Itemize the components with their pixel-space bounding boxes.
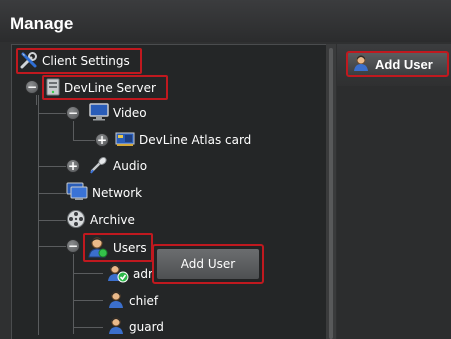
user-add-icon: [352, 54, 370, 75]
capture-card-icon: [115, 130, 135, 151]
tree-item-archive[interactable]: Archive: [66, 209, 135, 231]
tree-item-label: guard: [129, 320, 164, 334]
collapse-toggle-icon[interactable]: −: [66, 106, 80, 120]
collapse-toggle-icon[interactable]: −: [66, 239, 80, 253]
context-menu: Add User: [152, 244, 264, 284]
tree-item-label: Users: [113, 241, 147, 255]
network-icon: [66, 182, 88, 205]
add-user-label: Add User: [375, 56, 433, 72]
tree-item-video[interactable]: Video: [89, 102, 147, 124]
tree-item-label: Archive: [90, 213, 135, 227]
tree-connector: [73, 121, 74, 141]
tree-item-user-chief[interactable]: chief: [107, 290, 158, 312]
tree-connector: [38, 220, 66, 221]
tree-connector: [36, 95, 37, 105]
users-icon: [87, 236, 109, 261]
tools-icon: [20, 51, 38, 72]
tree-connector: [73, 140, 95, 141]
tree-item-label: chief: [129, 294, 159, 308]
add-user-button[interactable]: Add User: [346, 51, 449, 77]
film-reel-icon: [66, 209, 86, 232]
user-icon: [107, 290, 125, 313]
manage-window: Manage Client Settings − DevLine Server …: [0, 0, 451, 339]
tree-item-user-guard[interactable]: guard: [107, 316, 164, 338]
tree-item-label: adr: [133, 267, 153, 281]
context-menu-add-user[interactable]: Add User: [157, 249, 259, 279]
tree-connector: [38, 166, 66, 167]
tree-item-users[interactable]: Users: [87, 236, 147, 260]
tree-item-capture-card[interactable]: DevLine Atlas card: [115, 129, 251, 151]
tree-connector: [73, 273, 103, 274]
panel-splitter[interactable]: [326, 44, 336, 339]
server-icon: [46, 78, 60, 99]
tree-connector: [73, 327, 103, 328]
collapse-toggle-icon[interactable]: −: [25, 80, 39, 94]
user-online-icon: [107, 263, 129, 286]
tree-item-user-admin[interactable]: adr: [107, 263, 153, 285]
microphone-icon: [89, 156, 109, 177]
expand-toggle-icon[interactable]: +: [95, 133, 109, 147]
tree-connector: [38, 193, 66, 194]
tree-item-label: Network: [92, 186, 143, 200]
tree-item-client-settings[interactable]: Client Settings: [20, 50, 130, 72]
tree-item-network[interactable]: Network: [66, 182, 142, 204]
monitor-icon: [89, 102, 109, 124]
details-panel: [337, 44, 451, 339]
tree-connector: [38, 113, 66, 114]
tree-item-label: Client Settings: [42, 54, 130, 68]
tree-item-label: DevLine Atlas card: [139, 133, 252, 147]
tree-item-label: Audio: [113, 159, 148, 173]
tree-connector: [73, 254, 74, 334]
tree-connector: [38, 95, 39, 335]
tree-item-label: Video: [113, 106, 147, 120]
expand-toggle-icon[interactable]: +: [66, 159, 80, 173]
tree-connector: [38, 246, 66, 247]
tree-item-audio[interactable]: Audio: [89, 155, 147, 177]
title-bar: Manage: [0, 0, 451, 42]
user-icon: [107, 316, 125, 339]
tree-connector: [73, 300, 103, 301]
tree-item-label: DevLine Server: [64, 81, 156, 95]
tree-item-devline-server[interactable]: DevLine Server: [46, 77, 156, 99]
window-title: Manage: [10, 14, 74, 33]
